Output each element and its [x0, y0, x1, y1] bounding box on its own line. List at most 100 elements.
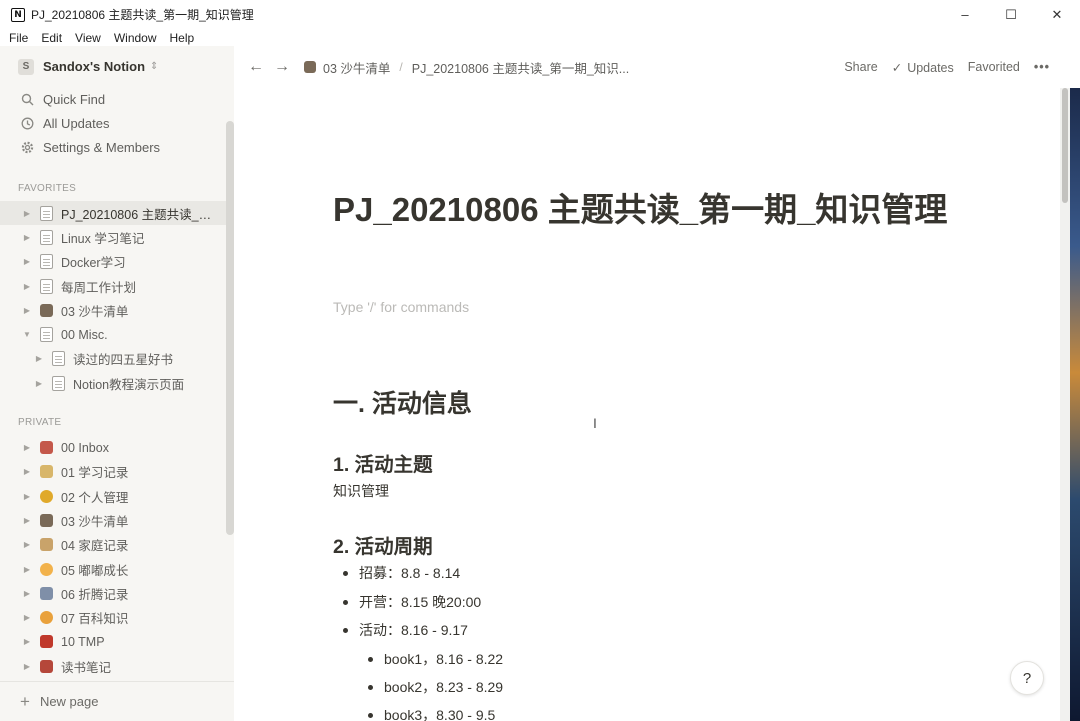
favorite-item[interactable]: ▶ PJ_20210806 主题共读_第... [0, 201, 234, 226]
favorite-item[interactable]: ▼ 00 Misc. [0, 322, 234, 346]
expand-triangle-icon[interactable]: ▶ [34, 354, 44, 363]
private-item[interactable]: ▶ 02 个人管理 [0, 484, 234, 508]
bullet-item[interactable]: 活动：8.16 - 9.17 [343, 620, 468, 640]
private-item[interactable]: ▶ 01 学习记录 [0, 460, 234, 484]
search-icon [20, 92, 34, 106]
favorite-item-label: 每周工作计划 [61, 280, 137, 295]
expand-triangle-icon[interactable]: ▶ [22, 233, 32, 242]
expand-triangle-icon[interactable]: ▶ [22, 306, 32, 315]
expand-triangle-icon[interactable]: ▶ [22, 613, 32, 622]
favorite-item-label: 03 沙牛清单 [61, 304, 129, 319]
page-title[interactable]: PJ_20210806 主题共读_第一期_知识管理 [333, 189, 973, 231]
private-item-label: 01 学习记录 [61, 466, 129, 481]
menu-file[interactable]: File [9, 31, 28, 45]
all-updates-link[interactable]: All Updates [0, 111, 234, 135]
private-item[interactable]: ▶ 04 家庭记录 [0, 533, 234, 557]
favorited-button[interactable]: Favorited [968, 60, 1020, 74]
favorites-section-title: FAVORITES [18, 183, 77, 194]
menu-window[interactable]: Window [114, 31, 157, 45]
favorite-item[interactable]: ▶ Linux 学习笔记 [0, 225, 234, 249]
help-button[interactable]: ? [1010, 661, 1044, 695]
new-page-button[interactable]: + New page [0, 681, 234, 721]
bullet-item[interactable]: 招募：8.8 - 8.14 [343, 563, 460, 583]
private-item[interactable]: ▶ 06 折腾记录 [0, 581, 234, 605]
expand-triangle-icon[interactable]: ▶ [22, 516, 32, 525]
updates-button[interactable]: ✓ Updates [892, 60, 954, 75]
private-item[interactable]: ▶ 10 TMP [0, 630, 234, 654]
favorite-subitem[interactable]: ▶ 读过的四五星好书 [0, 347, 234, 371]
content-scrollbar-thumb[interactable] [1062, 88, 1068, 203]
favorite-item-label: 读过的四五星好书 [73, 353, 174, 368]
private-item[interactable]: ▶ 读书笔记 [0, 654, 234, 678]
sub-bullet-item[interactable]: book1，8.16 - 8.22 [368, 649, 503, 669]
expand-triangle-icon[interactable]: ▶ [22, 209, 32, 218]
bullet-item[interactable]: 开营：8.15 晚20:00 [343, 592, 481, 612]
private-item[interactable]: ▶ 00 Inbox [0, 435, 234, 459]
forward-arrow-icon[interactable]: → [274, 58, 290, 76]
favorite-item-label: Docker学习 [61, 256, 126, 271]
breadcrumb-parent[interactable]: 03 沙牛清单 [323, 58, 390, 77]
minimize-button[interactable]: – [942, 0, 988, 29]
command-placeholder[interactable]: Type '/' for commands [333, 299, 469, 315]
more-options-icon[interactable]: ••• [1034, 60, 1050, 74]
workspace-switcher[interactable]: S Sandox's Notion ⇕ [0, 46, 234, 87]
menu-bar: File Edit View Window Help [0, 29, 207, 46]
heading-activity-info[interactable]: 一. 活动信息 [333, 384, 472, 420]
bullet-dot [368, 684, 373, 690]
activity-theme-text[interactable]: 知识管理 [333, 481, 389, 501]
menu-view[interactable]: View [75, 31, 101, 45]
person-emoji-icon [40, 513, 53, 527]
settings-members-link[interactable]: Settings & Members [0, 135, 234, 159]
page-icon [52, 375, 65, 391]
expand-triangle-icon[interactable]: ▶ [22, 282, 32, 291]
heading-activity-theme[interactable]: 1. 活动主题 [333, 448, 433, 477]
sub-bullet-item[interactable]: book2，8.23 - 8.29 [368, 677, 503, 697]
window-controls: – ☐ ✕ [942, 0, 1080, 29]
private-item-label: 02 个人管理 [61, 490, 129, 505]
expand-triangle-icon[interactable]: ▶ [22, 637, 32, 646]
back-arrow-icon[interactable]: ← [248, 58, 264, 76]
expand-triangle-icon[interactable]: ▶ [22, 662, 32, 671]
favorite-item[interactable]: ▶ Docker学习 [0, 250, 234, 274]
favorite-item[interactable]: ▶ 每周工作计划 [0, 274, 234, 298]
bullet-text: book2，8.23 - 8.29 [384, 679, 504, 695]
check-icon: ✓ [891, 60, 903, 75]
bullet-dot [343, 570, 348, 576]
private-item[interactable]: ▶ 07 百科知识 [0, 605, 234, 629]
sidebar: S Sandox's Notion ⇕ Quick Find All Updat… [0, 46, 234, 721]
bullet-dot [368, 656, 373, 662]
expand-triangle-icon[interactable]: ▶ [22, 443, 32, 452]
expand-triangle-icon[interactable]: ▶ [34, 379, 44, 388]
private-item-label: 10 TMP [61, 634, 105, 649]
bullet-text: book3，8.30 - 9.5 [384, 707, 496, 721]
menu-help[interactable]: Help [170, 31, 195, 45]
favorite-subitem[interactable]: ▶ Notion教程演示页面 [0, 371, 234, 395]
menu-edit[interactable]: Edit [41, 31, 62, 45]
quick-find-label: Quick Find [43, 91, 106, 107]
quick-find-link[interactable]: Quick Find [0, 87, 234, 111]
favorite-item[interactable]: ▶ 03 沙牛清单 [0, 298, 234, 322]
breadcrumb: 03 沙牛清单 / PJ_20210806 主题共读_第一期_知识... [304, 58, 629, 77]
expand-triangle-icon[interactable]: ▶ [22, 467, 32, 476]
sub-bullet-item[interactable]: book3，8.30 - 9.5 [368, 705, 495, 721]
updates-label: Updates [907, 60, 954, 75]
expand-triangle-icon[interactable]: ▶ [22, 492, 32, 501]
collapse-triangle-icon[interactable]: ▼ [22, 330, 32, 339]
tool-emoji-icon [40, 586, 53, 600]
favorite-item-label: Linux 学习笔记 [61, 231, 145, 246]
sidebar-scrollbar[interactable] [226, 121, 234, 535]
maximize-button[interactable]: ☐ [988, 0, 1034, 29]
page-topbar: ← → 03 沙牛清单 / PJ_20210806 主题共读_第一期_知识...… [234, 46, 1060, 88]
expand-triangle-icon[interactable]: ▶ [22, 589, 32, 598]
expand-triangle-icon[interactable]: ▶ [22, 540, 32, 549]
desktop-background [1070, 88, 1080, 721]
share-button[interactable]: Share [844, 60, 877, 74]
private-item[interactable]: ▶ 05 嘟嘟成长 [0, 557, 234, 581]
expand-triangle-icon[interactable]: ▶ [22, 257, 32, 266]
heading-activity-period[interactable]: 2. 活动周期 [333, 530, 433, 559]
close-button[interactable]: ✕ [1034, 0, 1080, 29]
breadcrumb-current[interactable]: PJ_20210806 主题共读_第一期_知识... [412, 58, 629, 77]
gear-icon [20, 140, 34, 154]
private-item[interactable]: ▶ 03 沙牛清单 [0, 508, 234, 532]
expand-triangle-icon[interactable]: ▶ [22, 565, 32, 574]
